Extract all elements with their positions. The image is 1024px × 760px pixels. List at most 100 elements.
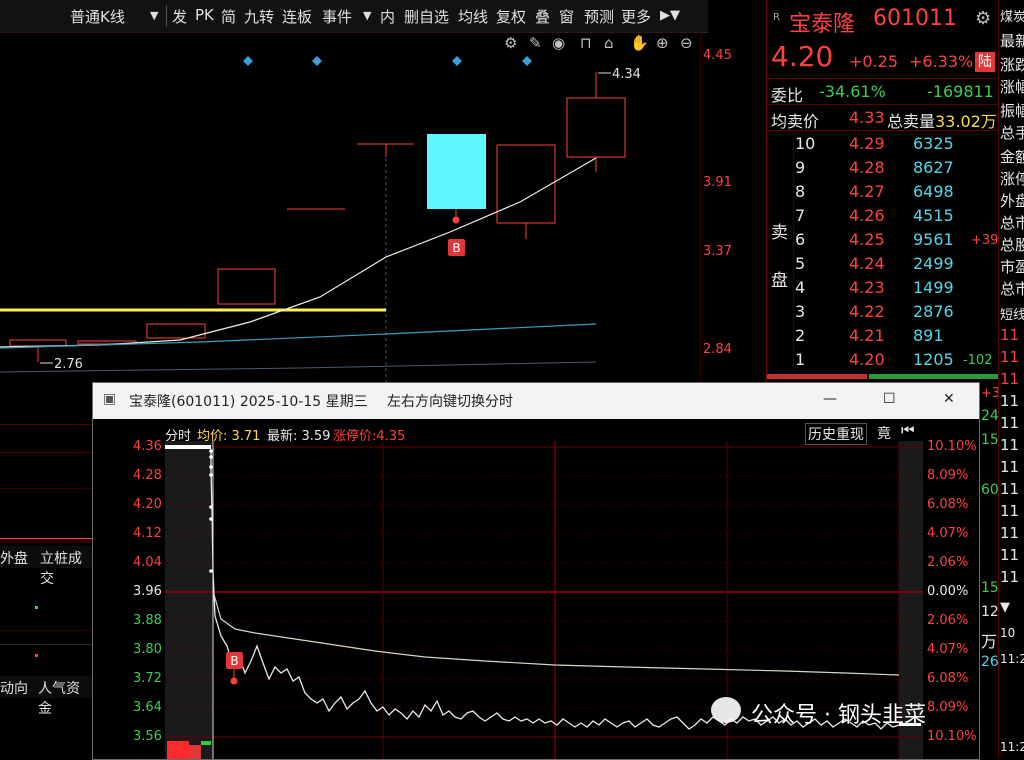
intraday-pct-tick: 6.08% <box>927 671 969 686</box>
popularity-tab[interactable]: 人气资金 <box>38 678 92 718</box>
orderbook-row[interactable]: 10 4.29 6325 <box>767 132 999 156</box>
intraday-pct-tick: 6.08% <box>927 497 969 512</box>
lizhuang-tab[interactable]: 立桩成交 <box>40 548 92 588</box>
event-marker <box>312 56 322 66</box>
intraday-pct-tick: 8.09% <box>927 468 969 483</box>
intraday-popup-window[interactable]: ▣ 宝泰隆(601011) 2025-10-15 星期三 左右方向键切换分时 —… <box>92 382 980 760</box>
intraday-price-tick: 3.96 <box>133 584 162 599</box>
toolbar-item-more[interactable]: 更多 <box>621 6 651 27</box>
total-sell-value: 33.02万 <box>935 112 997 131</box>
orderbook-row[interactable]: 6 4.25 9561 +39 <box>767 228 999 252</box>
intraday-pct-tick: 0.00% <box>927 584 969 599</box>
intraday-price-tick: 3.56 <box>133 729 162 744</box>
toolbar-item-simple[interactable]: 简 <box>221 6 236 27</box>
toolbar-item-overlay[interactable]: 叠 <box>535 6 550 27</box>
orderbook-row[interactable]: 8 4.27 6498 <box>767 180 999 204</box>
intraday-price-tick: 3.88 <box>133 613 162 628</box>
auction-button[interactable]: 竟 <box>877 423 891 443</box>
price-change-pct: +6.33% <box>909 52 974 71</box>
avg-sell-value: 4.33 <box>849 108 885 127</box>
price-axis-label: 3.37 <box>703 244 732 259</box>
event-marker <box>522 56 532 66</box>
orderbook-row[interactable]: 7 4.26 4515 <box>767 204 999 228</box>
popup-hint: 左右方向键切换分时 <box>387 394 513 410</box>
kline-type-dropdown-icon[interactable]: ▼ <box>150 9 158 22</box>
maximize-button[interactable]: ☐ <box>883 391 896 407</box>
candle <box>9 339 67 347</box>
buy-sell-ratio-bar <box>767 374 867 379</box>
buy-signal-marker: B <box>452 241 460 255</box>
candle <box>217 268 276 305</box>
candle-down <box>427 134 486 209</box>
ma-white-line <box>0 157 597 348</box>
intraday-price-tick: 4.36 <box>133 439 162 454</box>
intraday-price-tick: 4.28 <box>133 468 162 483</box>
orderbook-row[interactable]: 4 4.23 1499 <box>767 276 999 300</box>
kline-type-selector[interactable]: 普通K线 <box>70 6 125 27</box>
toolbar-item-events[interactable]: 事件 <box>322 6 352 27</box>
intraday-price-tick: 4.04 <box>133 555 162 570</box>
low-price-label: 2.76 <box>54 357 83 372</box>
price-change: +0.25 <box>849 52 899 71</box>
direction-tab[interactable]: 动向 <box>0 678 28 698</box>
webi-value: -34.61% <box>819 82 886 101</box>
window-app-icon: ▣ <box>103 391 117 407</box>
toolbar-item-inner[interactable]: 内 <box>380 6 395 27</box>
event-marker <box>243 56 253 66</box>
watermark-text: 公众号 · 钢头韭菜 <box>751 703 926 728</box>
minimize-button[interactable]: — <box>823 391 837 407</box>
toolbar-item-fa[interactable]: 发 <box>172 6 187 27</box>
price-axis-label: 4.45 <box>703 48 732 63</box>
events-dropdown-icon[interactable]: ▼ <box>363 9 371 22</box>
toolbar-item-remove-watchlist[interactable]: 删自选 <box>404 6 449 27</box>
intraday-price-tick: 3.72 <box>133 671 162 686</box>
last-price: 4.20 <box>771 40 834 73</box>
toolbar-item-pk[interactable]: PK <box>195 6 214 24</box>
intraday-price-tick: 3.80 <box>133 642 162 657</box>
toolbar-item-jiuzhuan[interactable]: 九转 <box>244 6 274 27</box>
orderbook-row[interactable]: 9 4.28 8627 <box>767 156 999 180</box>
stock-code: 601011 <box>873 6 957 31</box>
intraday-price-tick: 4.12 <box>133 526 162 541</box>
orderbook-row[interactable]: 1 4.20 1205 -102 <box>767 348 999 372</box>
intraday-pct-tick: 4.07% <box>927 642 969 657</box>
price-axis-label: 3.91 <box>703 175 732 190</box>
intraday-avg-line <box>212 590 900 676</box>
candle <box>496 144 556 224</box>
exchange-badge: 陆 <box>975 52 995 72</box>
stock-name: 宝泰隆 <box>789 12 856 37</box>
intraday-pct-tick: 10.10% <box>927 729 977 744</box>
avg-sell-label: 均卖价 <box>771 112 820 131</box>
high-price-label: 4.34 <box>612 67 641 82</box>
toolbar-item-ma[interactable]: 均线 <box>458 6 488 27</box>
toolbar-item-forecast[interactable]: 预测 <box>584 6 614 27</box>
toolbar-item-window[interactable]: 窗 <box>559 6 574 27</box>
buy-signal-marker: B <box>230 654 238 668</box>
intraday-pct-tick: 2.06% <box>927 555 969 570</box>
price-axis-label: 2.84 <box>703 342 732 357</box>
candle <box>566 97 626 158</box>
settings-gear-icon[interactable]: ⚙ <box>975 8 991 29</box>
total-sell-label: 总卖量 <box>887 112 936 131</box>
kline-chart[interactable]: B 4.34 2.76 <box>0 32 700 432</box>
ma-slate-line <box>0 361 597 373</box>
outer-disk-tab[interactable]: 外盘 <box>0 548 28 568</box>
toolbar-item-adjust[interactable]: 复权 <box>496 6 526 27</box>
orderbook-row[interactable]: 2 4.21 891 <box>767 324 999 348</box>
popup-title-bar[interactable]: ▣ 宝泰隆(601011) 2025-10-15 星期三 左右方向键切换分时 —… <box>93 383 979 419</box>
toolbar-item-lianban[interactable]: 连板 <box>282 6 312 27</box>
expand-menu-icon[interactable]: ▶▼ <box>660 8 680 23</box>
wechat-logo <box>711 697 741 723</box>
intraday-price-tick: 3.64 <box>133 700 162 715</box>
event-marker <box>452 56 462 66</box>
orderbook-row[interactable]: 3 4.22 2876 <box>767 300 999 324</box>
close-button[interactable]: ✕ <box>943 391 955 407</box>
intraday-price-tick: 4.20 <box>133 497 162 512</box>
intraday-pct-tick: 10.10% <box>927 439 977 454</box>
webi-label: 委比 <box>771 86 804 105</box>
back-arrow-icon[interactable]: ⏮ <box>901 421 915 439</box>
intraday-pct-tick: 2.06% <box>927 613 969 628</box>
weicha-value: -169811 <box>927 82 994 101</box>
orderbook-row[interactable]: 5 4.24 2499 <box>767 252 999 276</box>
buy-sell-ratio-bar <box>869 374 999 379</box>
